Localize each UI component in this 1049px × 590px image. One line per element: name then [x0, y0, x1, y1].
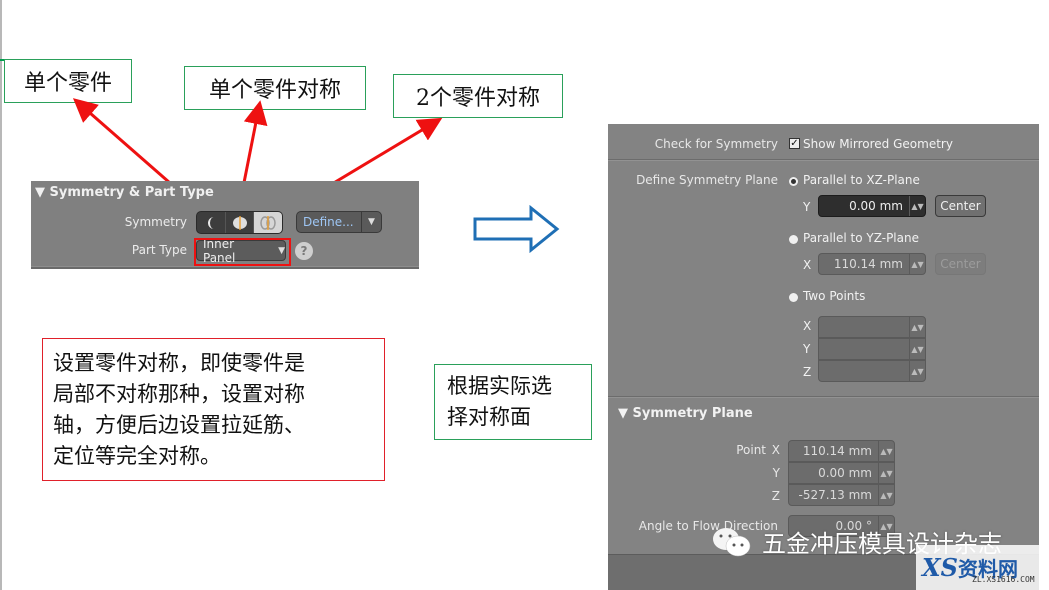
parallel-xz-label[interactable]: Parallel to XZ-Plane — [803, 173, 920, 187]
point-label: Point — [736, 443, 766, 457]
tp-y-input[interactable]: ▲▼ — [818, 338, 926, 360]
two-parts-symmetric-icon — [260, 215, 276, 230]
spinner-arrows-icon[interactable]: ▲▼ — [909, 361, 925, 381]
spinner-arrows-icon[interactable]: ▲▼ — [909, 317, 925, 337]
note-left-line-4: 定位等完全对称。 — [53, 443, 221, 468]
radio-parallel-yz[interactable] — [789, 235, 798, 244]
tp-x-input[interactable]: ▲▼ — [818, 316, 926, 338]
show-mirrored-checkbox[interactable]: ✓ — [789, 138, 800, 149]
spinner-arrows-icon[interactable]: ▲▼ — [909, 254, 925, 274]
spinner-arrows-icon[interactable]: ▲▼ — [878, 463, 894, 483]
symmetry-part-type-panel: ▼ Symmetry & Part Type Symmetry Define..… — [31, 181, 419, 269]
radio-two-points[interactable] — [789, 293, 798, 302]
define-symmetry-plane-label: Define Symmetry Plane — [636, 173, 778, 187]
point-y-input[interactable]: 0.00 mm ▲▼ — [788, 462, 895, 484]
center-button-yz[interactable]: Center — [935, 253, 986, 275]
spinner-arrows-icon[interactable]: ▲▼ — [909, 339, 925, 359]
two-points-label[interactable]: Two Points — [803, 289, 865, 303]
panel-header-text: Symmetry & Part Type — [49, 185, 214, 200]
symmetry-settings-panel: Check for Symmetry ✓ Show Mirrored Geome… — [608, 124, 1039, 590]
show-mirrored-label[interactable]: Show Mirrored Geometry — [803, 137, 953, 151]
point-x-label: X — [771, 443, 780, 457]
center-button-label: Center — [940, 257, 981, 271]
logo-url: ZL.XS1616.COM — [972, 575, 1035, 584]
tp-z-label: Z — [803, 365, 812, 379]
part-type-label: Part Type — [131, 243, 187, 257]
tp-x-label: X — [803, 319, 812, 333]
help-icon[interactable]: ? — [295, 242, 313, 260]
symmetry-option-two-parts[interactable] — [254, 212, 282, 233]
section-header-text: Symmetry Plane — [632, 406, 753, 421]
note-left-line-3: 轴，方便后边设置拉延筋、 — [53, 412, 305, 437]
note-right: 根据实际选 择对称面 — [434, 364, 592, 440]
site-logo: XS 资料网 ZL.XS1616.COM — [916, 545, 1049, 590]
single-part-symmetric-icon — [232, 215, 247, 230]
spinner-arrows-icon[interactable]: ▲▼ — [878, 441, 894, 461]
point-x-value[interactable]: 110.14 mm — [789, 444, 878, 458]
point-z-label: Z — [771, 489, 780, 503]
symmetry-toggle-group — [196, 211, 283, 234]
panel-bottom-divider — [31, 266, 419, 269]
point-y-label: Y — [772, 466, 780, 480]
define-dropdown[interactable]: Define... ▼ — [296, 211, 382, 233]
collapse-triangle-icon: ▼ — [35, 185, 45, 200]
xz-value-input[interactable]: 0.00 mm ▲▼ — [818, 195, 926, 217]
symmetry-option-single[interactable] — [197, 212, 226, 233]
note-right-line-1: 根据实际选 — [447, 374, 552, 398]
note-left: 设置零件对称，即使零件是 局部不对称那种，设置对称 轴，方便后边设置拉延筋、 定… — [42, 338, 385, 481]
point-x-input[interactable]: 110.14 mm ▲▼ — [788, 440, 895, 462]
single-part-icon — [207, 216, 214, 229]
center-button-xz[interactable]: Center — [935, 195, 986, 217]
point-z-value[interactable]: -527.13 mm — [789, 488, 878, 502]
note-left-line-1: 设置零件对称，即使零件是 — [53, 350, 305, 375]
point-z-input[interactable]: -527.13 mm ▲▼ — [788, 484, 895, 506]
divider — [608, 159, 1039, 161]
parallel-yz-label[interactable]: Parallel to YZ-Plane — [803, 231, 919, 245]
spinner-arrows-icon[interactable]: ▲▼ — [878, 485, 894, 505]
xz-value[interactable]: 0.00 mm — [819, 199, 909, 213]
yz-value[interactable]: 110.14 mm — [819, 257, 909, 271]
define-button-label[interactable]: Define... — [297, 215, 361, 229]
check-for-symmetry-label: Check for Symmetry — [654, 137, 778, 151]
xz-axis-label: Y — [803, 200, 811, 214]
symmetry-option-single-symmetric[interactable] — [226, 212, 255, 233]
radio-parallel-xz[interactable] — [789, 177, 798, 186]
yz-axis-label: X — [803, 258, 812, 272]
tp-y-label: Y — [803, 342, 811, 356]
spinner-arrows-icon[interactable]: ▲▼ — [909, 196, 925, 216]
wechat-icon — [713, 527, 751, 556]
center-button-label: Center — [940, 199, 981, 213]
note-left-line-2: 局部不对称那种，设置对称 — [53, 381, 305, 406]
tp-z-input[interactable]: ▲▼ — [818, 360, 926, 382]
highlight-box-part-type — [194, 238, 291, 266]
collapse-triangle-icon: ▼ — [618, 406, 633, 421]
right-arrow-icon — [473, 205, 560, 253]
symmetry-label: Symmetry — [124, 215, 187, 229]
panel-header[interactable]: ▼ Symmetry & Part Type — [35, 185, 214, 200]
help-icon-glyph: ? — [300, 244, 308, 258]
note-right-line-2: 择对称面 — [447, 405, 531, 429]
yz-value-input[interactable]: 110.14 mm ▲▼ — [818, 253, 926, 275]
chevron-down-icon[interactable]: ▼ — [361, 212, 381, 232]
point-y-value[interactable]: 0.00 mm — [789, 466, 878, 480]
logo-xs: XS — [922, 553, 958, 582]
section-header-symmetry-plane[interactable]: ▼ Symmetry Plane — [618, 406, 753, 421]
divider — [608, 396, 1039, 398]
